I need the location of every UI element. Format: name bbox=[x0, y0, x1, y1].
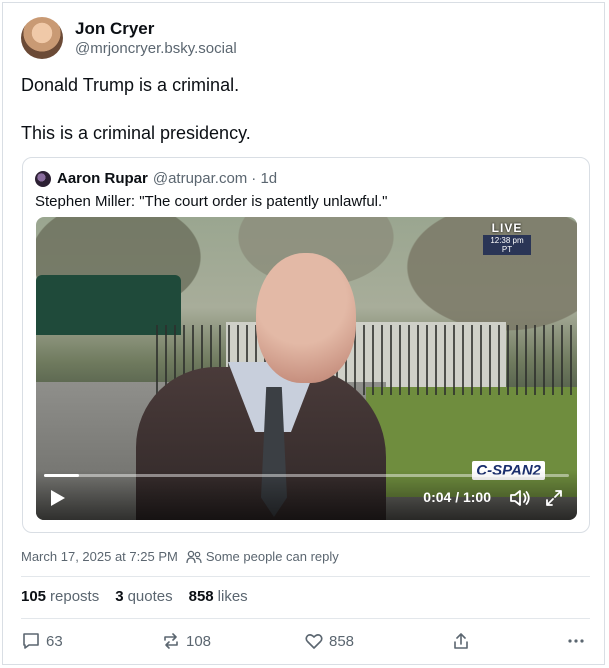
video-time: 0:04 / 1:00 bbox=[423, 489, 491, 505]
share-button[interactable] bbox=[451, 631, 476, 651]
post-card: Jon Cryer @mrjoncryer.bsky.social Donald… bbox=[2, 2, 605, 665]
reposts-label: reposts bbox=[50, 588, 100, 605]
post-text-line: Donald Trump is a criminal. bbox=[21, 75, 240, 95]
post-author[interactable]: Jon Cryer @mrjoncryer.bsky.social bbox=[21, 17, 237, 59]
quoted-post-header: Aaron Rupar @atrupar.com · 1d bbox=[35, 170, 277, 187]
live-label: LIVE bbox=[491, 221, 523, 235]
author-handle[interactable]: @mrjoncryer.bsky.social bbox=[75, 39, 237, 59]
post-stats: 105 reposts 3 quotes 858 likes bbox=[21, 588, 248, 605]
post-text-line: This is a criminal presidency. bbox=[21, 123, 251, 143]
divider bbox=[21, 618, 590, 619]
live-time: 12:38 pm PT bbox=[483, 235, 531, 255]
repost-button[interactable]: 108 bbox=[161, 631, 211, 651]
repost-icon bbox=[164, 633, 178, 649]
reply-icon bbox=[23, 633, 39, 649]
share-icon bbox=[454, 633, 468, 649]
reposts-stat[interactable]: 105 reposts bbox=[21, 588, 99, 605]
quotes-label: quotes bbox=[127, 588, 173, 605]
repost-count: 108 bbox=[186, 632, 212, 650]
play-icon[interactable] bbox=[50, 489, 66, 507]
people-icon bbox=[186, 550, 202, 563]
video-progress-bar[interactable] bbox=[44, 474, 569, 477]
divider bbox=[21, 576, 590, 577]
quoted-author-name: Aaron Rupar bbox=[57, 170, 148, 187]
live-badge: LIVE 12:38 pm PT bbox=[483, 221, 531, 255]
volume-icon[interactable] bbox=[509, 489, 531, 507]
post-meta: March 17, 2025 at 7:25 PM Some people ca… bbox=[21, 549, 339, 564]
author-names: Jon Cryer @mrjoncryer.bsky.social bbox=[75, 18, 237, 59]
quoted-author-avatar bbox=[35, 170, 51, 187]
quoted-author-handle: @atrupar.com bbox=[152, 170, 248, 187]
like-count: 858 bbox=[329, 632, 355, 650]
post-timestamp[interactable]: March 17, 2025 at 7:25 PM bbox=[21, 549, 178, 564]
quotes-stat[interactable]: 3 quotes bbox=[115, 588, 172, 605]
likes-count: 858 bbox=[188, 588, 214, 605]
reply-count: 63 bbox=[46, 632, 63, 650]
video-player[interactable]: LIVE 12:38 pm PT C-SPAN2 0:04 / 1:00 bbox=[36, 217, 577, 520]
likes-stat[interactable]: 858 likes bbox=[189, 588, 248, 605]
like-button[interactable]: 858 bbox=[304, 631, 354, 651]
post-actions: 63 108 858 bbox=[21, 631, 591, 655]
author-display-name[interactable]: Jon Cryer bbox=[75, 18, 237, 39]
fullscreen-icon[interactable] bbox=[545, 489, 563, 507]
quotes-count: 3 bbox=[115, 588, 124, 605]
more-icon bbox=[568, 639, 584, 643]
reposts-count: 105 bbox=[21, 588, 47, 605]
likes-label: likes bbox=[217, 588, 248, 605]
quoted-post-age: · 1d bbox=[251, 170, 278, 187]
video-progress-fill bbox=[44, 474, 80, 477]
video-frame-person-head bbox=[256, 253, 356, 383]
reply-button[interactable]: 63 bbox=[21, 631, 63, 651]
author-avatar[interactable] bbox=[21, 17, 63, 59]
quoted-post-text: Stephen Miller: "The court order is pate… bbox=[35, 193, 388, 210]
video-controls-gradient bbox=[36, 470, 577, 520]
post-text: Donald Trump is a criminal. This is a cr… bbox=[21, 73, 591, 169]
heart-icon bbox=[305, 634, 323, 649]
reply-setting[interactable]: Some people can reply bbox=[206, 549, 339, 564]
quoted-post[interactable]: Aaron Rupar @atrupar.com · 1d Stephen Mi… bbox=[22, 157, 590, 533]
more-options-button[interactable] bbox=[566, 631, 591, 651]
